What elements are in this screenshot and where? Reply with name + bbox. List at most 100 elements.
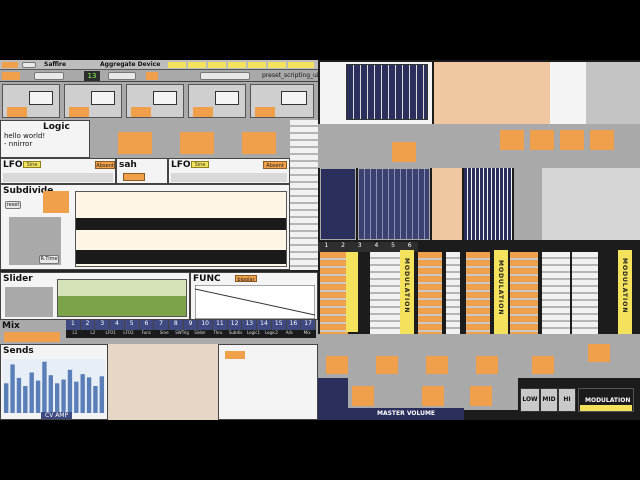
lfo-rate-3[interactable] <box>131 107 151 117</box>
channel-knob-6[interactable] <box>588 344 610 362</box>
lfo-b-mode[interactable]: Absent <box>263 161 287 169</box>
sends-bar[interactable] <box>29 372 34 414</box>
transport-panel[interactable] <box>318 378 348 420</box>
seq-number[interactable]: 3 <box>351 242 368 252</box>
toolbar-tab-5[interactable] <box>248 62 266 68</box>
seq-number[interactable]: 5 <box>385 242 402 252</box>
mid-knob-4[interactable] <box>560 130 584 150</box>
modulation-button[interactable]: MODULATION <box>578 388 634 412</box>
lfo-b-wave[interactable]: Sine <box>191 161 209 168</box>
sends-bar[interactable] <box>35 380 41 413</box>
logic-output-3[interactable] <box>242 132 276 154</box>
sends-bar[interactable] <box>93 386 98 413</box>
mix-channel-12[interactable]: 12 <box>228 320 243 330</box>
mix-channel-3[interactable]: 3 <box>95 320 111 330</box>
toolbar-tab-3[interactable] <box>208 62 226 68</box>
eq-mid-button[interactable]: MID <box>540 388 558 412</box>
sends-bar[interactable] <box>10 364 15 413</box>
eq-low-button[interactable]: LOW <box>520 388 540 412</box>
lfo-a-params[interactable] <box>3 173 113 182</box>
master-knob-2[interactable] <box>422 386 444 406</box>
sends-graph[interactable] <box>3 359 105 413</box>
channel-knob-2[interactable] <box>376 356 398 374</box>
mix-channel-7[interactable]: 7 <box>154 320 169 330</box>
pattern-lanes[interactable] <box>434 62 550 124</box>
mix-channel-1[interactable]: 1 <box>66 320 81 330</box>
lfo-rate-2[interactable] <box>69 107 89 117</box>
master-knob-1[interactable] <box>352 386 374 406</box>
timeline-marker[interactable] <box>225 351 245 359</box>
master-knob-3[interactable] <box>470 386 492 406</box>
lfo-a-wave[interactable]: Sine <box>23 161 41 168</box>
sends-bar[interactable] <box>99 376 104 413</box>
logic-list[interactable] <box>290 120 318 270</box>
channel-knob-3[interactable] <box>426 356 448 374</box>
power-button[interactable] <box>2 62 18 68</box>
param-select[interactable] <box>200 72 250 80</box>
sends-bar[interactable] <box>16 377 22 413</box>
seq-side-controls[interactable] <box>514 168 542 240</box>
toolbar-tab-7[interactable] <box>288 62 314 68</box>
sends-bar[interactable] <box>23 386 28 413</box>
meter-panel[interactable] <box>550 62 586 124</box>
aggregate-device-select[interactable]: Aggregate Device <box>100 61 160 68</box>
mid-knob-5[interactable] <box>590 130 614 150</box>
toolbar-tab-6[interactable] <box>268 62 286 68</box>
subdivide-division[interactable] <box>43 191 69 213</box>
mod-strip-3[interactable] <box>418 252 442 334</box>
tool-button[interactable] <box>22 62 36 68</box>
func-graph[interactable] <box>195 285 315 319</box>
sends-bar[interactable] <box>42 361 47 413</box>
mode-select[interactable] <box>108 72 136 80</box>
sends-bar[interactable] <box>4 383 9 413</box>
mix-channel-8[interactable]: 8 <box>169 320 184 330</box>
mix-channel-9[interactable]: 9 <box>184 320 199 330</box>
mod-strip-5[interactable] <box>466 252 490 334</box>
side-controls[interactable] <box>586 62 640 124</box>
channel-knob-5[interactable] <box>532 356 554 374</box>
sends-bar[interactable] <box>86 377 92 413</box>
subdivide-rtime[interactable]: R.Time <box>39 255 59 264</box>
sends-bar[interactable] <box>74 381 79 413</box>
mix-channel-14[interactable]: 14 <box>257 320 272 330</box>
sends-bar[interactable] <box>67 369 73 413</box>
lfo-b-params[interactable] <box>171 173 287 182</box>
mod-strip-6[interactable] <box>510 252 538 334</box>
mix-channel-4[interactable]: 4 <box>110 320 125 330</box>
mix-channel-16[interactable]: 16 <box>287 320 302 330</box>
input-select[interactable] <box>34 72 64 80</box>
seq-grid-small[interactable] <box>320 168 356 240</box>
sends-matrix[interactable] <box>108 344 218 420</box>
mix-channel-6[interactable]: 6 <box>140 320 155 330</box>
seq-number[interactable]: 2 <box>335 242 352 252</box>
mix-channel-10[interactable]: 10 <box>198 320 214 330</box>
mix-channel-17[interactable]: 17 <box>301 320 316 330</box>
subdivide-piano-roll[interactable] <box>75 191 287 267</box>
mix-channel-11[interactable]: 11 <box>213 320 228 330</box>
seq-grid-right[interactable] <box>464 168 512 240</box>
slider-controls[interactable] <box>5 287 53 317</box>
routing-panel[interactable] <box>542 168 640 240</box>
slider-graph[interactable] <box>57 279 187 317</box>
toggle-button[interactable] <box>146 72 158 80</box>
logic-text[interactable]: hello world! - nnirror <box>4 132 45 148</box>
sends-bar[interactable] <box>80 374 85 413</box>
func-mode[interactable]: bipolar <box>235 275 257 282</box>
toolbar-tab-4[interactable] <box>228 62 246 68</box>
lfo-rate-1[interactable] <box>7 107 27 117</box>
sends-bar[interactable] <box>55 383 60 413</box>
subdivide-reset[interactable]: reset <box>5 201 21 209</box>
mix-channel-15[interactable]: 15 <box>272 320 287 330</box>
channel-knob-1[interactable] <box>326 356 348 374</box>
mix-master[interactable] <box>4 332 60 342</box>
seq-grid-main[interactable] <box>358 168 430 240</box>
eq-hi-button[interactable]: HI <box>558 388 576 412</box>
mod-strip-2[interactable] <box>370 252 400 334</box>
toolbar-tab-2[interactable] <box>188 62 206 68</box>
logic-output-2[interactable] <box>180 132 214 154</box>
step-grid[interactable] <box>346 64 428 120</box>
mid-knob-2[interactable] <box>500 130 524 150</box>
mod-strip-8[interactable] <box>572 252 598 334</box>
seq-number[interactable]: 1 <box>318 242 335 252</box>
mix-channel-5[interactable]: 5 <box>125 320 140 330</box>
